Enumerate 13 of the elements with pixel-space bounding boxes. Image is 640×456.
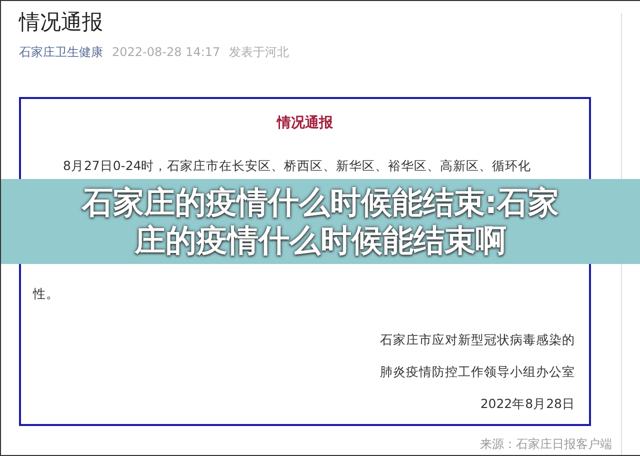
publish-location: 发表于河北 [229,44,290,61]
body-text: 性。 [33,285,59,303]
signature-text: 肺炎疫情防控工作领导小组办公室 [380,362,575,381]
headline-text: 庄的疫情什么时候能结束啊 [134,222,506,260]
signature-text: 2022年8月28日 [480,394,575,412]
source-text: 来源：石家庄日报客户端 [480,436,612,453]
article-title: 情况通报 [19,9,103,36]
body-text: 8月27日0-24时，石家庄市在长安区、桥西区、新华区、裕华区、高新区、循环化 [63,157,532,175]
notice-heading: 情况通报 [275,114,334,133]
headline-text: 石家庄的疫情什么时候能结束:石家 [82,184,560,222]
signature-text: 石家庄市应对新型冠状病毒感染的 [380,331,575,349]
publish-time: 2022-08-28 14:17 [112,44,220,61]
author-link[interactable]: 石家庄卫生健康 [19,43,103,61]
